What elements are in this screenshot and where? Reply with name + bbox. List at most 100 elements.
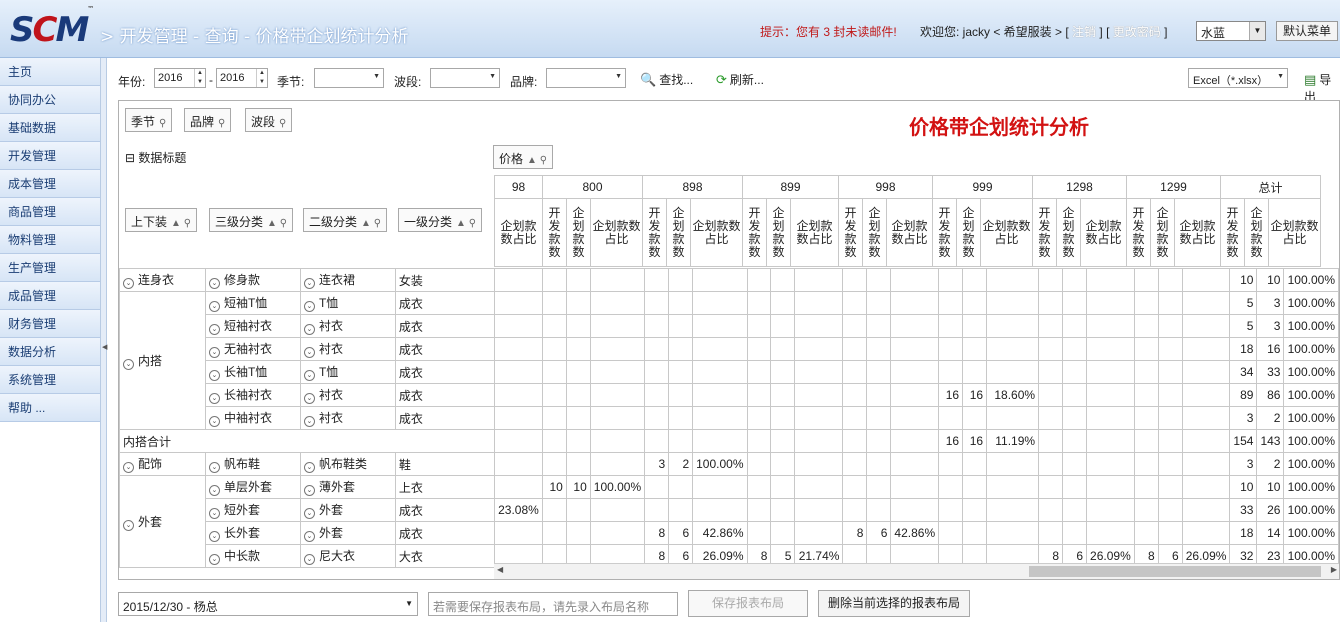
- row-chip-level1[interactable]: 一级分类 ▲ ⚲: [398, 208, 483, 232]
- expand-icon[interactable]: ⌄: [208, 393, 220, 404]
- level2-cell[interactable]: ⌄ 衬衣: [299, 383, 396, 407]
- layout-select[interactable]: 2015/12/30 - 杨总 ▼: [118, 592, 418, 616]
- price-band-header[interactable]: 899: [742, 175, 839, 199]
- level3-cell[interactable]: ⌄ 短外套: [204, 498, 301, 522]
- expand-icon[interactable]: ⌄: [303, 485, 315, 496]
- horizontal-scrollbar[interactable]: ◀ ▶: [494, 563, 1339, 579]
- band-select[interactable]: ▼: [430, 68, 500, 88]
- level3-cell[interactable]: ⌄ 长袖衬衣: [204, 383, 301, 407]
- expand-icon[interactable]: ⌄: [208, 370, 220, 381]
- expand-icon[interactable]: ⌄: [208, 416, 220, 427]
- level2-cell[interactable]: ⌄ 衬衣: [299, 314, 396, 338]
- expand-icon[interactable]: ⌄: [208, 531, 220, 542]
- expand-icon[interactable]: ⌄: [303, 508, 315, 519]
- expand-icon[interactable]: ⌄: [123, 519, 134, 531]
- level2-cell[interactable]: ⌄ 外套: [299, 521, 396, 545]
- sort-filter-icon[interactable]: ▲ ⚲: [527, 155, 547, 166]
- sidebar-item-goods[interactable]: 商品管理: [0, 198, 100, 226]
- sidebar-item-analysis[interactable]: 数据分析: [0, 338, 100, 366]
- expand-icon[interactable]: ⌄: [208, 278, 220, 289]
- expand-icon[interactable]: ⌄: [303, 278, 315, 289]
- mail-notice-link[interactable]: 提示：您有 3 封未读邮件!: [760, 23, 897, 40]
- expand-icon[interactable]: ⌄: [303, 462, 315, 473]
- group-cell[interactable]: ⌄ 外套: [119, 475, 206, 568]
- filter-chip-brand[interactable]: 品牌 ⚲: [184, 108, 232, 132]
- expand-icon[interactable]: ⌄: [208, 485, 220, 496]
- expand-icon[interactable]: ⌄: [208, 462, 220, 473]
- sidebar-item-cost[interactable]: 成本管理: [0, 170, 100, 198]
- level3-cell[interactable]: ⌄ 中长款: [204, 544, 301, 568]
- row-chip-level2[interactable]: 二级分类 ▲ ⚲: [303, 208, 388, 232]
- expand-icon[interactable]: ⌄: [208, 347, 220, 358]
- price-band-header[interactable]: 998: [838, 175, 933, 199]
- refresh-button[interactable]: ⟳ 刷新...: [716, 71, 764, 88]
- skin-select[interactable]: 水蓝 ▼: [1196, 21, 1266, 41]
- default-menu-button[interactable]: 默认菜单: [1276, 21, 1338, 41]
- logout-link[interactable]: 注销: [1072, 25, 1096, 39]
- price-band-header[interactable]: 898: [642, 175, 743, 199]
- expand-icon[interactable]: ⌄: [123, 462, 134, 473]
- level3-cell[interactable]: ⌄ 修身款: [204, 268, 301, 292]
- sort-filter-icon[interactable]: ▲ ⚲: [361, 218, 381, 229]
- sidebar-item-help[interactable]: 帮助 ...: [0, 394, 100, 422]
- group-cell[interactable]: ⌄ 配饰: [119, 452, 206, 476]
- row-chip-level3[interactable]: 三级分类 ▲ ⚲: [209, 208, 294, 232]
- sort-filter-icon[interactable]: ▲ ⚲: [171, 218, 191, 229]
- expand-icon[interactable]: ⌄: [208, 554, 220, 565]
- layout-name-input[interactable]: 若需要保存报表布局，请先录入布局名称: [428, 592, 678, 616]
- find-button[interactable]: 🔍 查找...: [640, 71, 693, 88]
- price-band-header[interactable]: 1299: [1126, 175, 1221, 199]
- expand-icon[interactable]: ⌄: [303, 324, 315, 335]
- sidebar-item-production[interactable]: 生产管理: [0, 254, 100, 282]
- save-layout-button[interactable]: 保存报表布局: [688, 590, 808, 617]
- sidebar-item-material[interactable]: 物料管理: [0, 226, 100, 254]
- sort-filter-icon[interactable]: ▲ ⚲: [267, 218, 287, 229]
- price-band-header[interactable]: 1298: [1032, 175, 1127, 199]
- expand-icon[interactable]: ⌄: [123, 358, 134, 370]
- group-cell[interactable]: ⌄ 连身衣: [119, 268, 206, 292]
- group-cell[interactable]: ⌄ 内搭: [119, 291, 206, 430]
- sidebar-item-home[interactable]: 主页: [0, 58, 100, 86]
- delete-layout-button[interactable]: 删除当前选择的报表布局: [818, 590, 970, 617]
- level3-cell[interactable]: ⌄ 无袖衬衣: [204, 337, 301, 361]
- sidebar-item-dev[interactable]: 开发管理: [0, 142, 100, 170]
- sidebar-item-finance[interactable]: 财务管理: [0, 310, 100, 338]
- season-select[interactable]: ▼: [314, 68, 384, 88]
- filter-chip-season[interactable]: 季节 ⚲: [125, 108, 173, 132]
- level3-cell[interactable]: ⌄ 帆布鞋: [204, 452, 301, 476]
- level3-cell[interactable]: ⌄ 单层外套: [204, 475, 301, 499]
- row-chip-topbottom[interactable]: 上下装 ▲ ⚲: [125, 208, 198, 232]
- year-from-spinner[interactable]: 2016 ▲ ▼: [154, 68, 206, 88]
- level2-cell[interactable]: ⌄ 外套: [299, 498, 396, 522]
- column-chip-price[interactable]: 价格 ▲ ⚲: [493, 145, 554, 169]
- export-format-select[interactable]: Excel（*.xlsx） ▼: [1188, 68, 1288, 88]
- sidebar-item-system[interactable]: 系统管理: [0, 366, 100, 394]
- scrollbar-thumb[interactable]: [1029, 566, 1321, 577]
- expand-icon[interactable]: ⌄: [303, 554, 315, 565]
- sidebar-item-basedata[interactable]: 基础数据: [0, 114, 100, 142]
- level2-cell[interactable]: ⌄ 尼大衣: [299, 544, 396, 568]
- price-band-header[interactable]: 999: [932, 175, 1033, 199]
- sidebar-item-collab[interactable]: 协同办公: [0, 86, 100, 114]
- level2-cell[interactable]: ⌄ T恤: [299, 291, 396, 315]
- level3-cell[interactable]: ⌄ 中袖衬衣: [204, 406, 301, 430]
- expand-icon[interactable]: ⌄: [123, 278, 134, 289]
- expand-icon[interactable]: ⌄: [303, 531, 315, 542]
- expand-icon[interactable]: ⌄: [303, 370, 315, 381]
- expand-icon[interactable]: ⌄: [208, 301, 220, 312]
- spinner-arrows-icon[interactable]: ▲ ▼: [194, 69, 205, 87]
- level2-cell[interactable]: ⌄ 帆布鞋类: [299, 452, 396, 476]
- level2-cell[interactable]: ⌄ 衬衣: [299, 406, 396, 430]
- year-to-spinner[interactable]: 2016 ▲ ▼: [216, 68, 268, 88]
- expand-icon[interactable]: ⌄: [208, 324, 220, 335]
- filter-icon[interactable]: ⚲: [218, 118, 225, 129]
- level3-cell[interactable]: ⌄ 长袖T恤: [204, 360, 301, 384]
- expand-icon[interactable]: ⌄: [303, 393, 315, 404]
- sidebar-splitter[interactable]: ◀: [100, 58, 107, 622]
- expand-icon[interactable]: ⌄: [303, 347, 315, 358]
- expand-icon[interactable]: ⌄: [303, 416, 315, 427]
- scroll-left-icon[interactable]: ◀: [497, 565, 503, 574]
- sort-filter-icon[interactable]: ▲ ⚲: [456, 218, 476, 229]
- filter-chip-band[interactable]: 波段 ⚲: [245, 108, 293, 132]
- scroll-right-icon[interactable]: ▶: [1331, 565, 1337, 574]
